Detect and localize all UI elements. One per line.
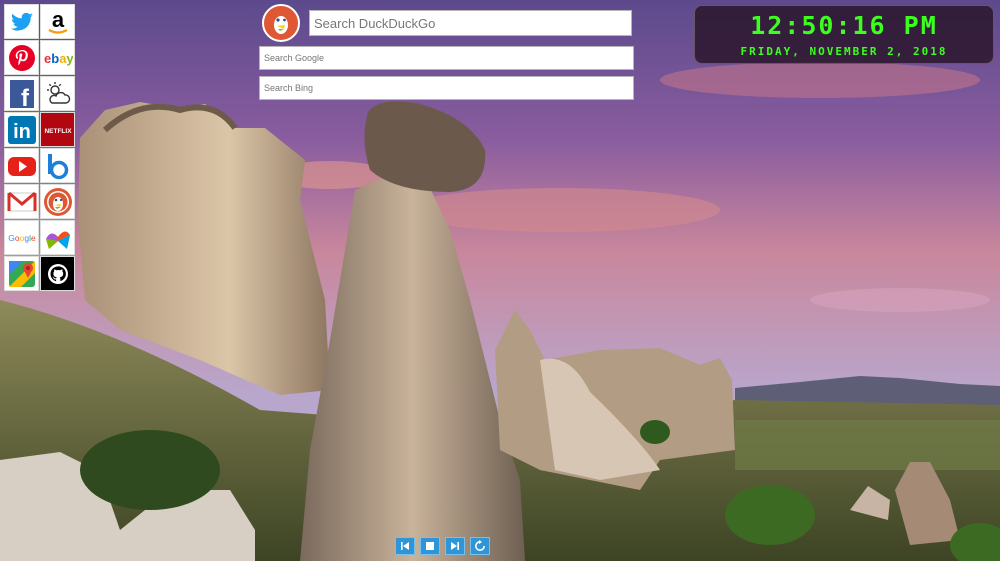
google-maps-tile[interactable] [4,256,39,291]
netflix-wordmark: NETFLIX [44,128,72,135]
bing-icon [47,153,68,179]
ebay-letter-y: y [66,51,73,66]
clock-date: Friday, November 2, 2018 [740,45,948,58]
facebook-tile[interactable]: f [4,76,39,111]
bing-tile[interactable] [40,148,75,183]
media-controls [395,537,490,555]
refresh-icon [475,540,485,551]
google-letter-1: G [8,233,15,243]
microsoft-store-tile[interactable] [40,220,75,255]
twitter-tile[interactable] [4,4,39,39]
next-button[interactable] [445,537,465,555]
previous-icon [401,542,409,550]
github-icon [42,258,73,289]
digital-clock: 12:50:16 PM Friday, November 2, 2018 [694,5,994,64]
amazon-letter: a [51,7,64,32]
bookmark-grid: a ebay f in NETFLIX Google [4,4,75,291]
next-icon [451,542,459,550]
google-maps-icon [8,260,35,287]
bing-search-input[interactable]: Search Bing [259,76,634,100]
amazon-icon: a [47,7,68,34]
previous-button[interactable] [395,537,415,555]
facebook-icon: f [9,79,34,109]
youtube-tile[interactable] [4,148,39,183]
duckduckgo-search-placeholder: Search DuckDuckGo [314,15,436,31]
netflix-tile[interactable]: NETFLIX [40,112,75,147]
refresh-button[interactable] [470,537,490,555]
github-tile[interactable] [40,256,75,291]
weather-tile[interactable] [40,76,75,111]
twitter-icon [10,12,33,31]
stop-icon [426,542,434,550]
weather-icon [46,81,70,104]
svg-text:Google: Google [8,233,36,243]
amazon-tile[interactable]: a [40,4,75,39]
duckduckgo-icon [265,7,297,39]
svg-text:ebay: ebay [44,51,73,66]
linkedin-icon: in [7,115,36,144]
duckduckgo-logo[interactable] [262,4,300,42]
gmail-icon [7,191,36,211]
duckduckgo-search-input[interactable]: Search DuckDuckGo [309,10,632,36]
google-search-placeholder: Search Google [264,53,325,63]
gmail-tile[interactable] [4,184,39,219]
netflix-icon: NETFLIX [42,114,73,145]
microsoft-store-icon [45,230,70,249]
pinterest-tile[interactable] [4,40,39,75]
ebay-icon: ebay [44,51,73,66]
bing-search-placeholder: Search Bing [264,83,314,93]
duckduckgo-icon [43,187,72,216]
pinterest-icon [8,44,35,71]
stop-button[interactable] [420,537,440,555]
google-letter-6: e [30,233,35,243]
facebook-letter: f [21,85,30,109]
clock-time: 12:50:16 PM [750,11,938,40]
youtube-icon [7,156,36,176]
google-icon: Google [8,233,36,243]
ebay-letter-b: b [51,51,59,66]
google-tile[interactable]: Google [4,220,39,255]
duckduckgo-tile[interactable] [40,184,75,219]
ebay-tile[interactable]: ebay [40,40,75,75]
google-search-input[interactable]: Search Google [259,46,634,70]
linkedin-letters: in [13,121,31,143]
ebay-letter-e: e [44,51,51,66]
linkedin-tile[interactable]: in [4,112,39,147]
